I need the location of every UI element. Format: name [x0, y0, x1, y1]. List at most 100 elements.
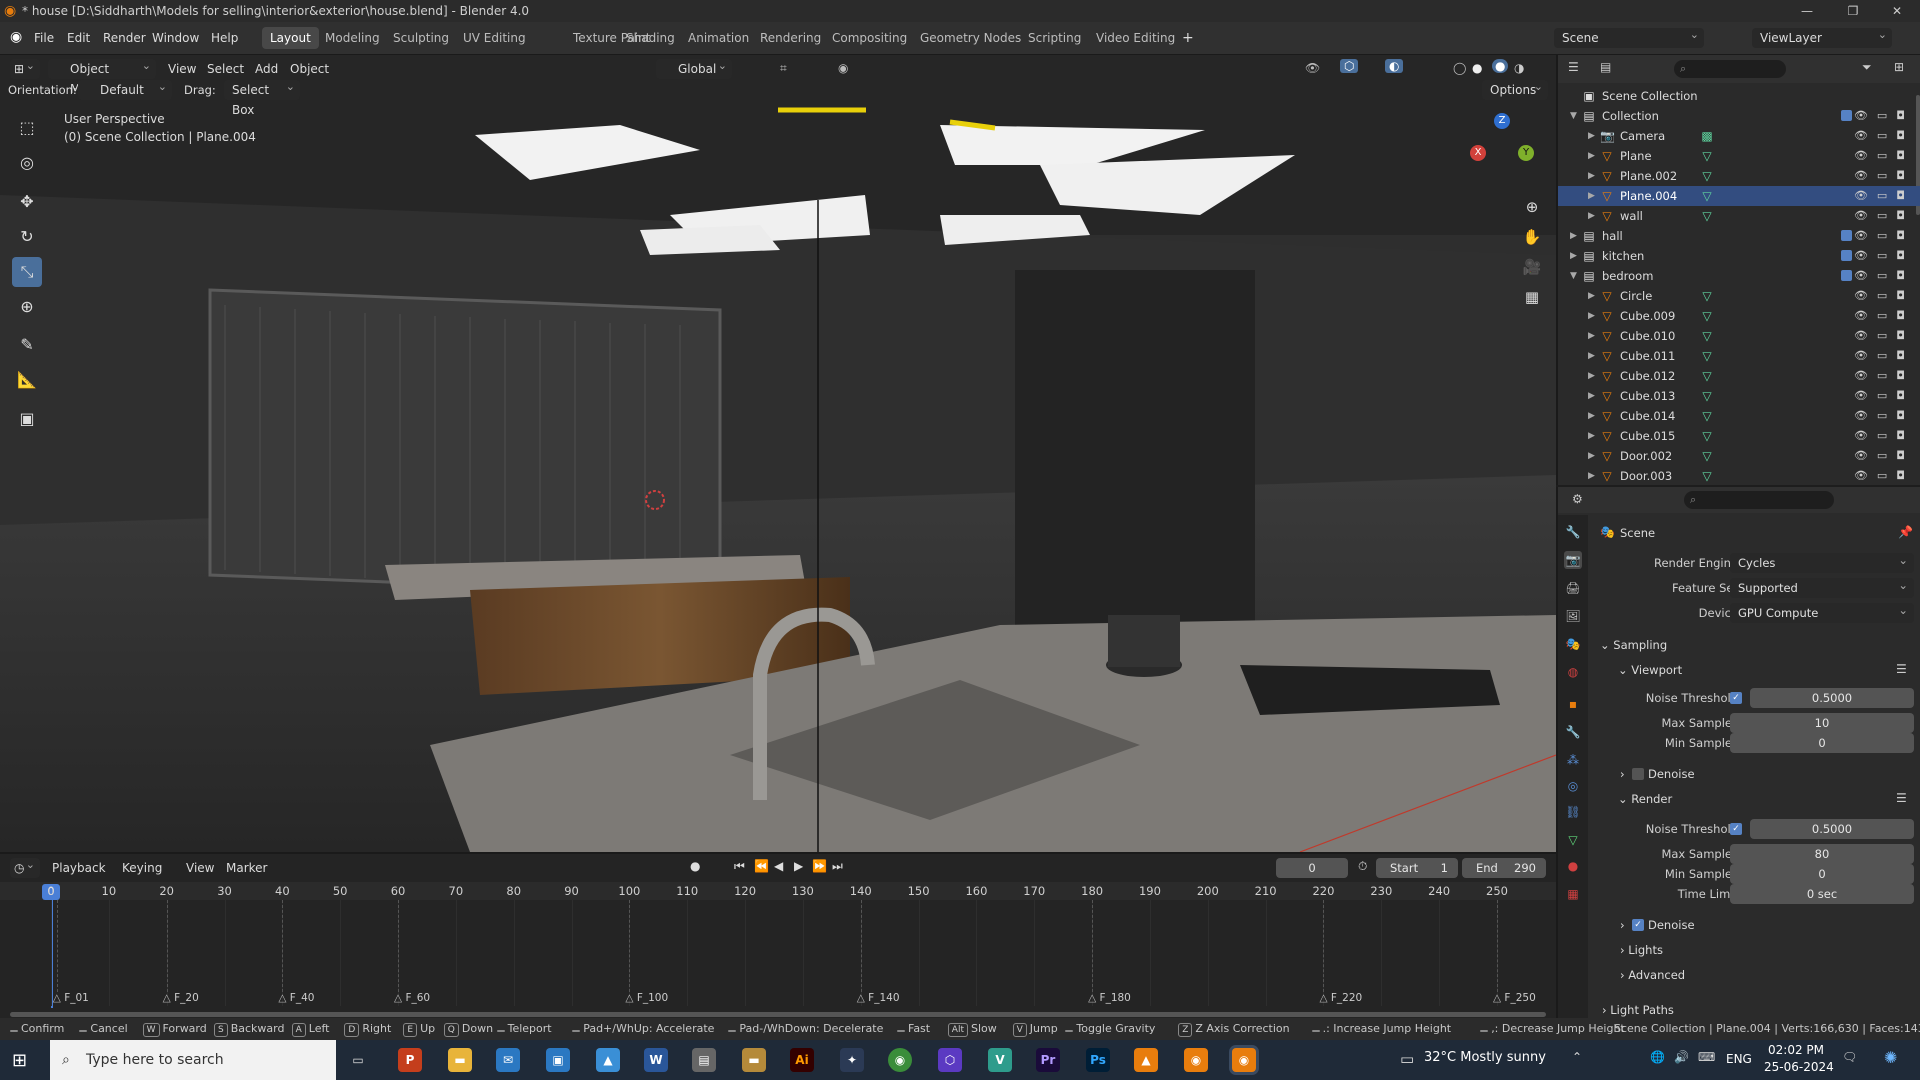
outliner-row-door-002[interactable]: ▶ ▽ Door.002 ▽ 👁▭◘	[1558, 446, 1920, 466]
menu-select[interactable]: Select	[207, 59, 244, 79]
menu-timeline-view[interactable]: View	[186, 858, 214, 878]
r-noise-threshold-field[interactable]: 0.5000	[1750, 819, 1914, 839]
cursor-tool[interactable]: ◎	[12, 148, 42, 178]
jump-end-icon[interactable]: ⏭	[832, 859, 843, 874]
gizmos-icon[interactable]: ⬡	[1340, 59, 1359, 73]
menu-playback[interactable]: Playback	[52, 858, 106, 878]
copilot-icon[interactable]: ✺	[1884, 1048, 1897, 1067]
vp-noise-threshold-field[interactable]: 0.5000	[1750, 688, 1914, 708]
timeline-marker[interactable]: △ F_220	[1319, 992, 1362, 1004]
word-icon[interactable]: W	[644, 1048, 668, 1072]
view-layer-tab-icon[interactable]: 🖼	[1564, 607, 1582, 625]
outliner-row-cube-011[interactable]: ▶ ▽ Cube.011 ▽ 👁▭◘	[1558, 346, 1920, 366]
tab-compositing[interactable]: Compositing	[824, 27, 915, 49]
expanded-disclosure-icon[interactable]: ▼	[1570, 266, 1577, 286]
filter-icon[interactable]: ⏷	[1862, 60, 1872, 75]
collapsed-disclosure-icon[interactable]: ▶	[1588, 126, 1595, 146]
navigation-gizmo[interactable]: Z Y X	[1470, 113, 1540, 193]
menu-add[interactable]: Add	[255, 59, 278, 79]
collapsed-disclosure-icon[interactable]: ▶	[1588, 366, 1595, 386]
render-tab-icon[interactable]: 📷	[1564, 551, 1582, 569]
select-box-tool[interactable]: ⬚	[12, 113, 42, 143]
outliner-panel[interactable]: ☰ ▤ ⌕ ⏷ ⊞ ▣ Scene Collection ▼ ▤ Collectio…	[1556, 55, 1920, 485]
current-frame-field[interactable]: 0	[1276, 858, 1348, 878]
display-mode-icon[interactable]: ▤	[1600, 60, 1611, 74]
app-icon-5[interactable]: ⬡	[938, 1048, 962, 1072]
blender-taskbar-icon[interactable]: ◉	[1184, 1048, 1208, 1072]
menu-view[interactable]: View	[168, 59, 196, 79]
outliner-row-door-003[interactable]: ▶ ▽ Door.003 ▽ 👁▭◘	[1558, 466, 1920, 485]
add-cube-tool[interactable]: ▣	[12, 404, 42, 434]
collapsed-disclosure-icon[interactable]: ▶	[1588, 346, 1595, 366]
menu-edit[interactable]: Edit	[61, 28, 96, 48]
visibility-toggles-icon[interactable]: 👁▭◘	[1854, 166, 1914, 186]
mail-icon[interactable]: ✉	[496, 1048, 520, 1072]
menu-file[interactable]: File	[28, 28, 60, 48]
material-tab-icon[interactable]: ●	[1564, 857, 1582, 875]
task-view-icon[interactable]: ▭	[346, 1048, 370, 1072]
vp-max-samples-field[interactable]: 10	[1730, 713, 1914, 733]
end-frame-field[interactable]: End 290	[1462, 858, 1546, 878]
visibility-toggles-icon[interactable]: 👁▭◘	[1854, 286, 1914, 306]
pin-icon[interactable]: 📌	[1898, 525, 1913, 539]
visibility-toggles-icon[interactable]: 👁▭◘	[1854, 266, 1914, 286]
rotate-tool[interactable]: ↻	[12, 222, 42, 252]
outliner-row-plane-004[interactable]: ▶ ▽ Plane.004 ▽ 👁▭◘	[1558, 186, 1920, 206]
exclude-checkbox[interactable]	[1841, 230, 1852, 241]
timeline-marker[interactable]: △ F_01	[53, 992, 89, 1004]
drag-dropdown[interactable]: Select Box	[224, 77, 300, 117]
outliner-row-cube-013[interactable]: ▶ ▽ Cube.013 ▽ 👁▭◘	[1558, 386, 1920, 406]
gizmo-y-axis[interactable]: Y	[1518, 145, 1534, 161]
scale-tool[interactable]: ⤡	[12, 257, 42, 287]
data-tab-icon[interactable]: ▽	[1564, 831, 1582, 849]
visibility-toggles-icon[interactable]: 👁▭◘	[1854, 446, 1914, 466]
chrome-icon[interactable]: ◉	[888, 1048, 912, 1072]
taskbar-search-box[interactable]: ⌕ Type here to search	[50, 1040, 336, 1080]
outliner-row-bedroom[interactable]: ▼ ▤ bedroom 👁▭◘	[1558, 266, 1920, 286]
vp-denoise-checkbox[interactable]	[1632, 768, 1644, 780]
clock-time[interactable]: 02:02 PM	[1768, 1043, 1824, 1057]
move-tool[interactable]: ✥	[12, 187, 42, 217]
solid-shading-icon[interactable]: ●	[1472, 61, 1482, 75]
xray-icon[interactable]: ◐	[1385, 59, 1404, 73]
play-reverse-icon[interactable]: ◀	[774, 859, 783, 873]
outliner-row-plane-002[interactable]: ▶ ▽ Plane.002 ▽ 👁▭◘	[1558, 166, 1920, 186]
collapsed-disclosure-icon[interactable]: ▶	[1588, 206, 1595, 226]
collapsed-disclosure-icon[interactable]: ▶	[1570, 226, 1577, 246]
collapsed-disclosure-icon[interactable]: ▶	[1588, 386, 1595, 406]
timeline-scrollbar[interactable]	[10, 1012, 1546, 1017]
vp-noise-threshold-checkbox[interactable]: ✓	[1730, 692, 1742, 704]
visibility-toggles-icon[interactable]: 👁▭◘	[1854, 346, 1914, 366]
outliner-search-field[interactable]: ⌕	[1674, 60, 1786, 78]
options-dropdown[interactable]: Options	[1482, 77, 1548, 100]
camera-view-icon[interactable]: 🎥	[1520, 255, 1544, 279]
menu-marker[interactable]: Marker	[226, 858, 267, 878]
outliner-row-wall[interactable]: ▶ ▽ wall ▽ 👁▭◘	[1558, 206, 1920, 226]
ortho-grid-icon[interactable]: ▦	[1520, 285, 1544, 309]
close-button[interactable]: ✕	[1874, 0, 1920, 22]
output-tab-icon[interactable]: 🖨	[1564, 579, 1582, 597]
collapsed-disclosure-icon[interactable]: ▶	[1588, 446, 1595, 466]
properties-search-field[interactable]: ⌕	[1684, 491, 1834, 509]
outliner-row-hall[interactable]: ▶ ▤ hall 👁▭◘	[1558, 226, 1920, 246]
r-min-samples-field[interactable]: 0	[1730, 864, 1914, 884]
outliner-root[interactable]: ▣ Scene Collection	[1558, 86, 1920, 106]
timeline-editor-button[interactable]: ◷	[10, 855, 40, 878]
3d-viewport[interactable]: ⬚ ◎ ✥ ↻ ⤡ ⊕ ✎ 📐 ▣ User Perspective (0) S…	[0, 55, 1556, 852]
outliner-row-cube-010[interactable]: ▶ ▽ Cube.010 ▽ 👁▭◘	[1558, 326, 1920, 346]
volume-icon[interactable]: 🔊	[1674, 1050, 1689, 1064]
snap-icon[interactable]: ⌗	[780, 61, 787, 76]
collapsed-disclosure-icon[interactable]: ▶	[1588, 466, 1595, 485]
illustrator-icon[interactable]: Ai	[790, 1048, 814, 1072]
visibility-toggles-icon[interactable]: 👁▭◘	[1854, 466, 1914, 485]
modifier-tab-icon[interactable]: 🔧	[1564, 723, 1582, 741]
tray-chevron-icon[interactable]: ⌃	[1572, 1050, 1582, 1064]
maximize-button[interactable]: ❐	[1830, 0, 1876, 22]
visibility-toggles-icon[interactable]: 👁▭◘	[1854, 306, 1914, 326]
visibility-toggles-icon[interactable]: 👁▭◘	[1854, 386, 1914, 406]
play-icon[interactable]: ▶	[794, 859, 803, 873]
wireframe-shading-icon[interactable]: ◯	[1453, 61, 1466, 75]
r-noise-threshold-checkbox[interactable]: ✓	[1730, 823, 1742, 835]
visibility-toggles-icon[interactable]: 👁▭◘	[1854, 146, 1914, 166]
properties-editor-icon[interactable]: ⚙	[1572, 492, 1583, 506]
